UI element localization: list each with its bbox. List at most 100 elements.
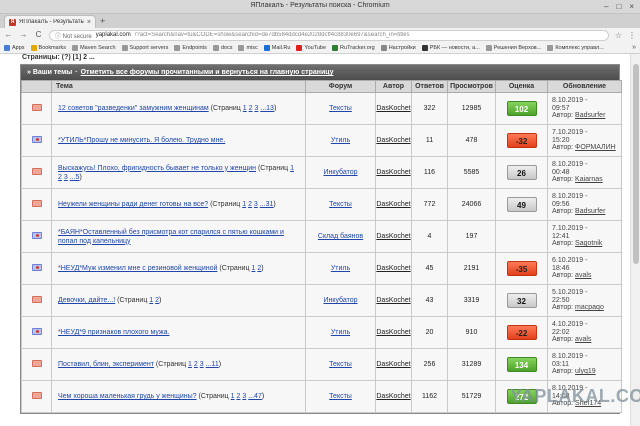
bookmark-item[interactable]: Endpoints: [174, 44, 207, 51]
author-link[interactable]: DasKochet: [376, 169, 410, 176]
update-author-link[interactable]: ФОРМАЛИН: [575, 144, 616, 151]
address-bar[interactable]: ⓘ Not secure yaplakal.com /?act=Search&n…: [49, 29, 609, 41]
bookmarks-overflow-icon[interactable]: »: [632, 44, 636, 51]
update-author-link[interactable]: Badsurfer: [575, 112, 605, 119]
mark-all-read-link[interactable]: Отметить все форумы прочитанными и верну…: [81, 69, 334, 76]
forum-link[interactable]: Тексты: [329, 361, 352, 368]
page-link[interactable]: 3: [242, 393, 246, 400]
page-link[interactable]: ...11: [206, 361, 219, 368]
forum-link[interactable]: Инкубатор: [323, 169, 357, 176]
page-link[interactable]: 2: [155, 297, 159, 304]
bookmark-item[interactable]: RuTracker.org: [332, 44, 375, 51]
close-window-icon[interactable]: ×: [629, 2, 634, 12]
page-link[interactable]: 1: [188, 361, 192, 368]
header-topic[interactable]: Тема: [51, 80, 306, 93]
security-indicator[interactable]: ⓘ Not secure: [55, 31, 92, 40]
header-author[interactable]: Автор: [375, 80, 412, 93]
bookmark-item[interactable]: Комплекс управл...: [547, 44, 604, 51]
forum-link[interactable]: Утиль: [331, 265, 350, 272]
page-link[interactable]: 1: [242, 201, 246, 208]
page-link[interactable]: 2: [248, 201, 252, 208]
update-author-link[interactable]: Kaiarnas: [575, 176, 603, 183]
update-author-link[interactable]: avals: [575, 272, 591, 279]
topic-title-link[interactable]: *УТИЛЬ*Прошу не минусить. Я болею. Трудн…: [58, 137, 225, 144]
topic-title-link[interactable]: *НЕУД*9 признаков плохого мужа.: [58, 329, 169, 336]
topic-title-link[interactable]: 12 советов "разведенки" замужним женщина…: [58, 105, 209, 112]
bookmark-item[interactable]: docs: [212, 44, 232, 51]
header-views[interactable]: Просмотров: [447, 80, 496, 93]
forum-link[interactable]: Утиль: [331, 137, 350, 144]
page-link[interactable]: 2: [257, 265, 261, 272]
bookmark-item[interactable]: Mail.Ru: [263, 44, 290, 51]
reload-icon[interactable]: C: [34, 30, 43, 40]
topic-title-link[interactable]: Чем хороша маленькая грудь у женщины?: [58, 393, 197, 400]
forum-link[interactable]: Утиль: [331, 329, 350, 336]
bookmark-item[interactable]: РБК — новости, а...: [421, 44, 480, 51]
page-link[interactable]: 1: [231, 393, 235, 400]
update-author-link[interactable]: macpaqo: [575, 304, 604, 311]
page-link[interactable]: 2: [58, 174, 62, 181]
bookmark-item[interactable]: Support servers: [121, 44, 168, 51]
scrollbar-thumb[interactable]: [633, 64, 639, 264]
author-link[interactable]: DasKochet: [376, 297, 410, 304]
header-replies[interactable]: Ответов: [411, 80, 448, 93]
author-link[interactable]: DasKochet: [376, 361, 410, 368]
author-link[interactable]: DasKochet: [376, 329, 410, 336]
header-forum[interactable]: Форум: [305, 80, 376, 93]
update-author-link[interactable]: avals: [575, 336, 591, 343]
forward-arrow-icon[interactable]: →: [19, 30, 28, 40]
topic-title-link[interactable]: *БАЯН*Оставленный без присмотра кот спар…: [58, 229, 284, 245]
page-link[interactable]: ...5: [70, 174, 80, 181]
bookmark-star-icon[interactable]: ☆: [615, 31, 622, 40]
author-link[interactable]: DasKochet: [376, 393, 410, 400]
page-link[interactable]: 3: [254, 201, 258, 208]
topic-title-link[interactable]: Поставил, блин, эксперимент: [58, 361, 154, 368]
author-link[interactable]: DasKochet: [376, 201, 410, 208]
bookmark-item[interactable]: Bookmarks: [30, 44, 66, 51]
forum-link[interactable]: Тексты: [329, 393, 352, 400]
author-link[interactable]: DasKochet: [376, 265, 410, 272]
forum-link[interactable]: Тексты: [329, 105, 352, 112]
author-link[interactable]: DasKochet: [376, 105, 410, 112]
author-link[interactable]: DasKochet: [376, 137, 410, 144]
bookmark-item[interactable]: Maven Search: [72, 44, 116, 51]
forum-link[interactable]: Инкубатор: [323, 297, 357, 304]
new-tab-button[interactable]: +: [100, 16, 105, 26]
page-link[interactable]: 1: [243, 105, 247, 112]
update-author-link[interactable]: ulyq19: [575, 368, 596, 375]
page-link[interactable]: 3: [254, 105, 258, 112]
page-link[interactable]: 2: [194, 361, 198, 368]
page-link[interactable]: 1: [149, 297, 153, 304]
update-author-link[interactable]: Sagotnik: [575, 240, 602, 247]
topic-title-link[interactable]: Выскажусь! Плохо, фригидность бывает не …: [58, 165, 256, 172]
bookmark-item[interactable]: misc: [238, 44, 258, 51]
page-link[interactable]: 2: [249, 105, 253, 112]
page-link[interactable]: 1: [290, 165, 294, 172]
bookmark-item[interactable]: YouTube: [296, 44, 326, 51]
header-update[interactable]: Обновление: [547, 80, 622, 93]
browser-menu-icon[interactable]: ⋮: [628, 31, 636, 40]
minimize-icon[interactable]: –: [604, 2, 608, 12]
update-author-link[interactable]: Badsurfer: [575, 208, 605, 215]
topic-title-link[interactable]: *НЕУД*Муж изменил мне с резиновой женщин…: [58, 265, 217, 272]
forum-link[interactable]: Склад баянов: [318, 233, 363, 240]
page-link[interactable]: 1: [252, 265, 256, 272]
topic-title-link[interactable]: Неужели женщины ради денег готовы на все…: [58, 201, 208, 208]
page-link[interactable]: 3: [200, 361, 204, 368]
author-link[interactable]: DasKochet: [376, 233, 410, 240]
forum-link[interactable]: Тексты: [329, 201, 352, 208]
topic-title-link[interactable]: Девочки, дайте...!: [58, 297, 115, 304]
header-rating[interactable]: Оценка: [495, 80, 548, 93]
bookmark-item[interactable]: Настройки: [380, 44, 416, 51]
page-link[interactable]: ...13: [260, 105, 274, 112]
page-link[interactable]: ...31: [260, 201, 274, 208]
maximize-icon[interactable]: □: [616, 2, 621, 12]
bookmark-item[interactable]: Apps: [4, 44, 25, 51]
back-arrow-icon[interactable]: ←: [4, 30, 13, 40]
page-link[interactable]: ...47: [248, 393, 262, 400]
bookmark-item[interactable]: Решения Верхов...: [485, 44, 541, 51]
tab-active[interactable]: Я ЯПлакалъ - Результаты пои ×: [4, 15, 96, 28]
page-link[interactable]: 3: [64, 174, 68, 181]
tab-close-icon[interactable]: ×: [87, 19, 91, 26]
page-scrollbar[interactable]: [630, 54, 640, 426]
